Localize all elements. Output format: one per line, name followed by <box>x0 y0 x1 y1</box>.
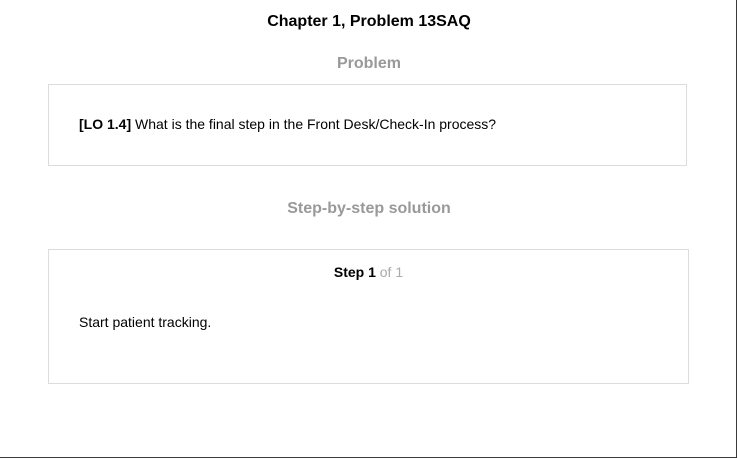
step-text: Start patient tracking. <box>79 314 212 330</box>
problem-question: What is the final step in the Front Desk… <box>135 116 497 132</box>
step-header: Step 1 of 1 <box>49 263 688 281</box>
learning-objective-tag: [LO 1.4] <box>79 116 132 132</box>
problem-card: [LO 1.4] What is the final step in the F… <box>48 84 687 166</box>
problem-heading: Problem <box>336 55 401 72</box>
solution-heading: Step-by-step solution <box>287 200 451 217</box>
step-label: Step 1 <box>333 264 376 280</box>
step-count: of 1 <box>379 264 404 280</box>
problem-text: [LO 1.4] What is the final step in the F… <box>79 115 496 133</box>
solution-card: Step 1 of 1 Start patient tracking. <box>48 249 689 384</box>
page-title: Chapter 1, Problem 13SAQ <box>267 13 471 30</box>
